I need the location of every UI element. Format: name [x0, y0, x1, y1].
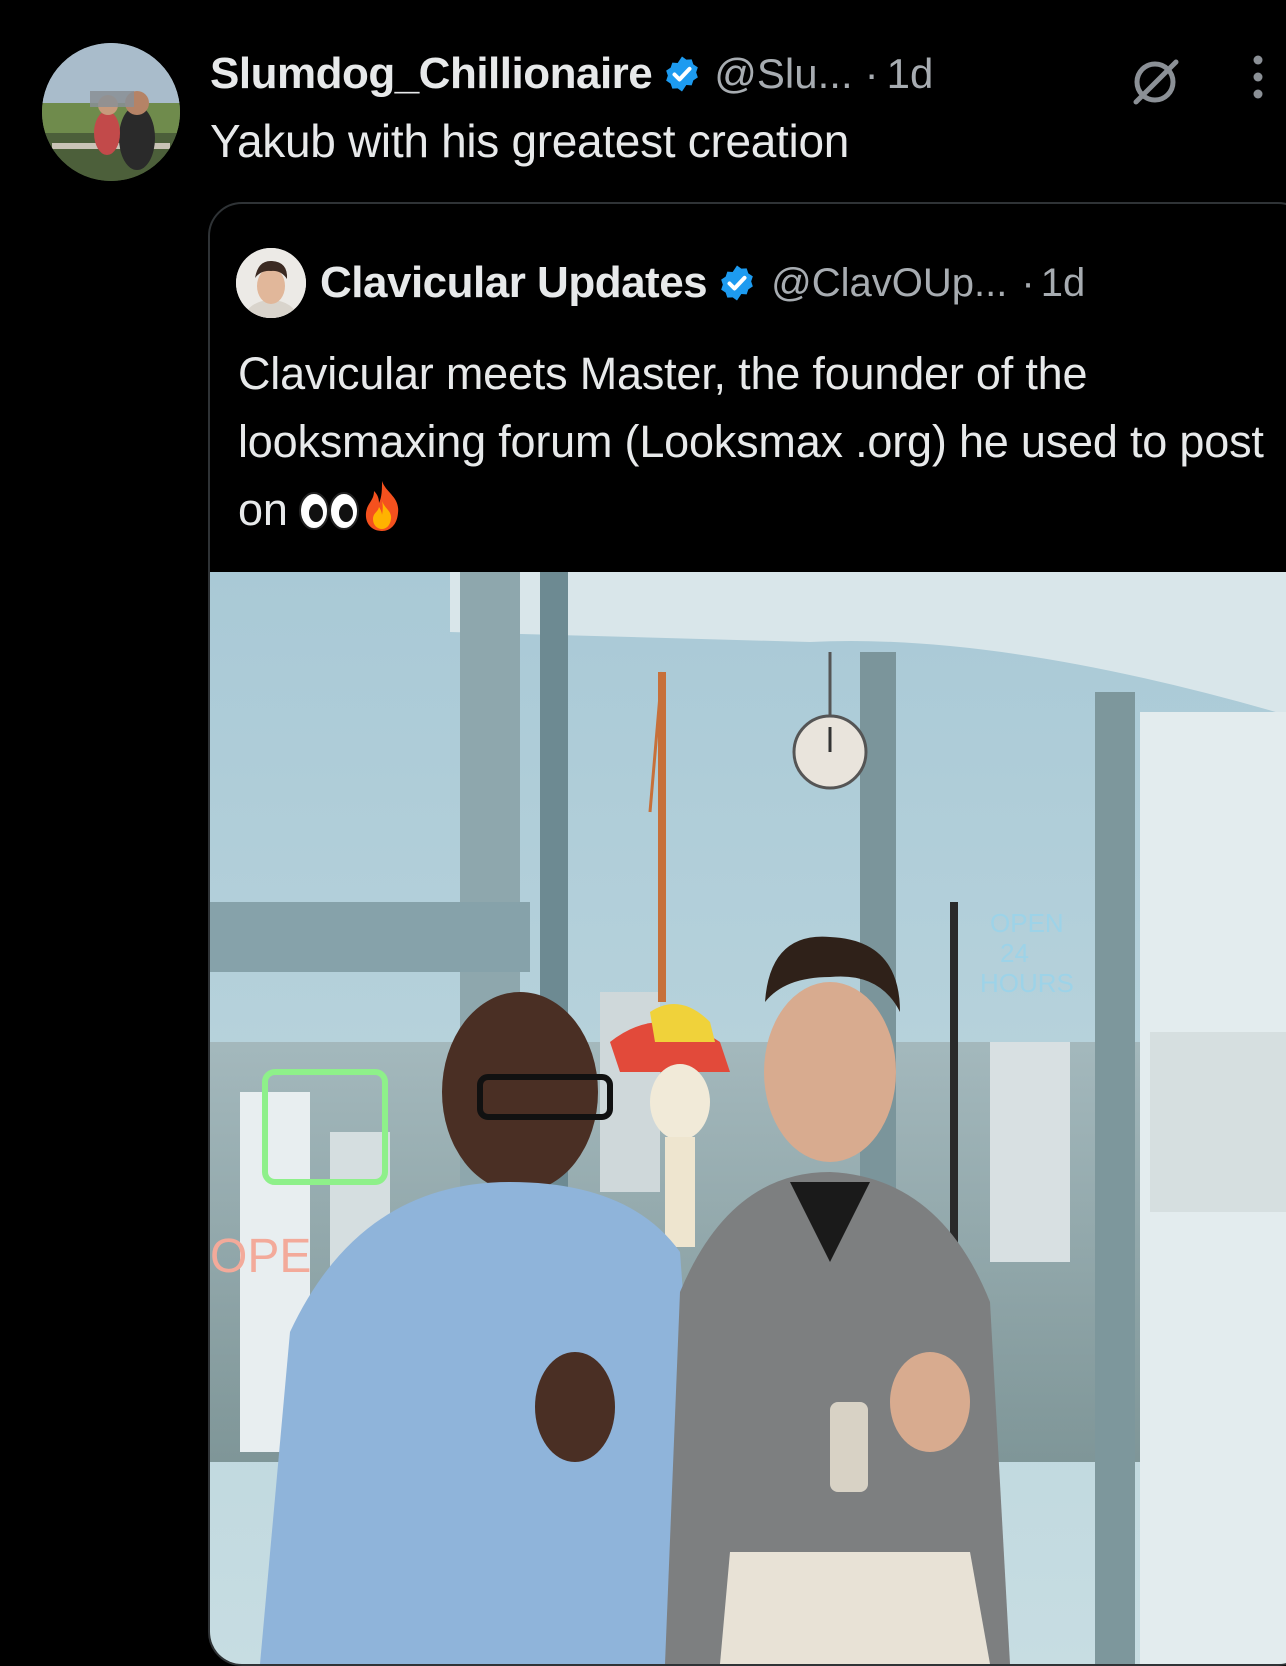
post-timestamp[interactable]: 1d	[887, 50, 934, 98]
avatar-photo	[42, 43, 180, 181]
eyes-emoji	[298, 492, 359, 530]
neon-open-sign: OPEN	[990, 908, 1064, 938]
quoted-author-avatar[interactable]	[236, 248, 306, 318]
verified-badge-icon	[666, 56, 699, 92]
quoted-post-text-block: Clavicular meets Master, the founder of …	[238, 340, 1268, 544]
separator-dot: ·	[864, 50, 879, 97]
quoted-avatar-photo	[236, 248, 306, 318]
photo-illustration: OPEN 24 HOURS OPE	[210, 572, 1286, 1664]
author-avatar[interactable]	[42, 43, 180, 181]
grok-icon[interactable]	[1128, 54, 1182, 108]
post-header: Slumdog_Chillionaire @Slu... · 1d	[210, 44, 1280, 104]
quoted-separator-dot: ·	[1021, 260, 1035, 305]
author-display-name[interactable]: Slumdog_Chillionaire	[210, 49, 653, 99]
quoted-handle[interactable]: @ClavOUp...	[771, 261, 1007, 306]
neon-24-sign: 24	[1000, 938, 1029, 968]
quoted-display-name[interactable]: Clavicular Updates	[320, 258, 708, 308]
quoted-verified-badge-icon	[721, 265, 753, 301]
quoted-post-photo[interactable]: OPEN 24 HOURS OPE	[210, 572, 1286, 1664]
author-handle[interactable]: @Slu...	[714, 50, 852, 98]
neon-hours-sign: HOURS	[980, 968, 1074, 998]
quoted-post-header: Clavicular Updates @ClavOUp... · 1d	[236, 248, 1085, 318]
post-text: Yakub with his greatest creation	[210, 115, 850, 167]
quoted-timestamp[interactable]: 1d	[1041, 261, 1086, 306]
more-options-icon[interactable]	[1248, 52, 1268, 102]
neon-ope-sign: OPE	[210, 1230, 311, 1283]
fire-emoji	[365, 481, 398, 531]
quoted-post-card[interactable]: Clavicular Updates @ClavOUp... · 1d Clav…	[208, 202, 1286, 1666]
